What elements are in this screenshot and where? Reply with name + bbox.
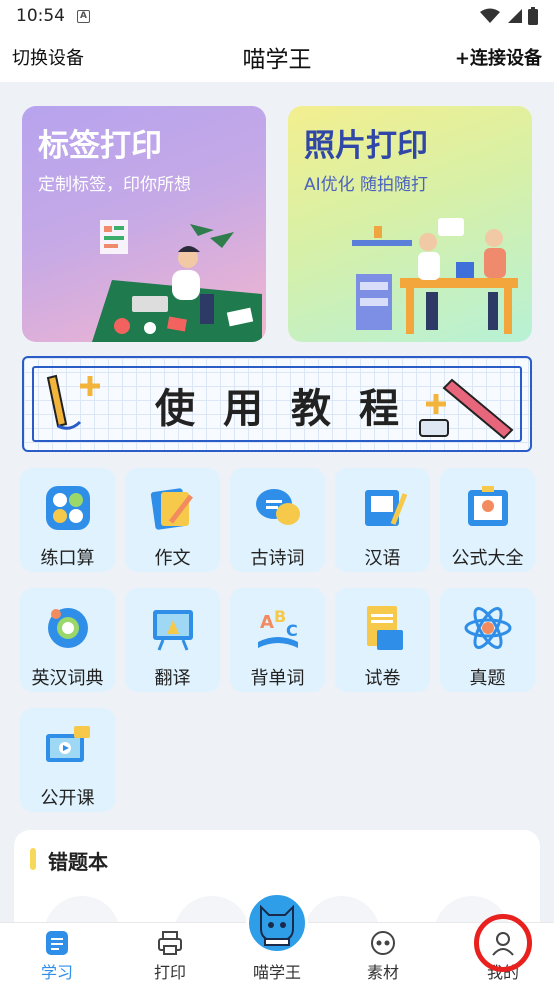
tile-essay[interactable]: 作文 (125, 468, 220, 572)
label-print-banner[interactable]: 标签打印 定制标签，印你所想 (22, 106, 266, 342)
study-icon (46, 931, 68, 955)
tab-print[interactable]: 打印 (130, 923, 210, 984)
banner-title: 标签打印 (38, 128, 162, 164)
status-bar: 10:54 A (0, 0, 554, 32)
tile-label: 作文 (154, 548, 191, 569)
tile-label: 练口算 (40, 548, 95, 569)
cat-logo-button[interactable] (246, 892, 308, 954)
banner-title: 照片打印 (304, 128, 428, 164)
photo-print-banner[interactable]: 照片打印 AI优化 随拍随打 (288, 106, 532, 342)
tile-label: 翻译 (154, 668, 191, 689)
banner-subtitle: AI优化 随拍随打 (304, 175, 429, 195)
cat-logo-icon (260, 904, 294, 946)
tutorial-banner[interactable]: 使用教程 (22, 356, 532, 452)
signal-icon (508, 9, 522, 23)
tile-label: 汉语 (364, 548, 401, 569)
tab-material[interactable]: 素材 (343, 923, 423, 984)
tile-vocabulary[interactable]: ABC 背单词 (230, 588, 325, 692)
wrong-item-thumb[interactable] (44, 896, 120, 922)
real-exam-icon (464, 607, 511, 649)
formula-icon (467, 486, 508, 526)
status-icons (480, 7, 538, 25)
essay-icon (150, 488, 193, 530)
tile-math[interactable]: 练口算 (20, 468, 115, 572)
poetry-icon (255, 489, 300, 525)
svg-text:C: C (286, 621, 298, 640)
battery-icon (528, 7, 538, 25)
wrong-item-thumb[interactable] (174, 896, 250, 922)
status-time: 10:54 (16, 6, 65, 26)
tile-label: 真题 (469, 668, 506, 689)
tile-label: 试卷 (364, 668, 401, 689)
banner-subtitle: 定制标签，印你所想 (38, 175, 191, 195)
tab-label: 素材 (366, 963, 399, 982)
tile-translate[interactable]: 翻译 (125, 588, 220, 692)
app-header: 喵学王 切换设备 +连接设备 (0, 32, 554, 82)
tab-label: 学习 (40, 963, 73, 982)
tab-label: 喵学王 (252, 963, 301, 982)
connect-device-button[interactable]: +连接设备 (455, 44, 542, 70)
chinese-icon (364, 490, 407, 526)
tab-study[interactable]: 学习 (17, 923, 97, 984)
material-icon (371, 931, 395, 955)
tile-label: 古诗词 (250, 548, 305, 569)
photo-print-illustration (352, 218, 518, 334)
svg-text:B: B (274, 607, 286, 626)
tile-label: 背单词 (250, 668, 305, 689)
highlight-ring (474, 914, 532, 972)
main-content: 标签打印 定制标签，印你所想 照片打印 AI优化 随拍随打 使用教程 练口算 作… (0, 82, 554, 922)
svg-text:A: A (260, 612, 274, 633)
tile-label: 英汉词典 (31, 668, 104, 689)
tile-dictionary[interactable]: 英汉词典 (20, 588, 115, 692)
tile-label: 公式大全 (451, 548, 524, 569)
section-title: 错题本 (48, 850, 108, 874)
tile-real-exam[interactable]: 真题 (440, 588, 535, 692)
printer-icon (158, 931, 182, 955)
tile-formula[interactable]: 公式大全 (440, 468, 535, 572)
tile-exam-paper[interactable]: 试卷 (335, 588, 430, 692)
vocabulary-icon: A BC (257, 607, 298, 648)
open-class-icon (45, 726, 90, 762)
switch-device-button[interactable]: 切换设备 (12, 44, 84, 70)
eraser-cutter-icon (419, 378, 514, 440)
math-icon (45, 486, 90, 530)
section-bar (30, 848, 36, 870)
exam-paper-icon (366, 606, 403, 650)
dictionary-icon (47, 608, 88, 648)
translate-icon (152, 610, 193, 651)
tile-chinese[interactable]: 汉语 (335, 468, 430, 572)
tile-poetry[interactable]: 古诗词 (230, 468, 325, 572)
tab-label: 打印 (153, 963, 186, 982)
wifi-icon (480, 8, 500, 23)
tile-open-class[interactable]: 公开课 (20, 708, 115, 812)
wrong-item-thumb[interactable] (304, 896, 380, 922)
label-print-illustration (92, 220, 262, 342)
a-box-icon: A (77, 9, 90, 23)
tile-label: 公开课 (40, 788, 95, 809)
